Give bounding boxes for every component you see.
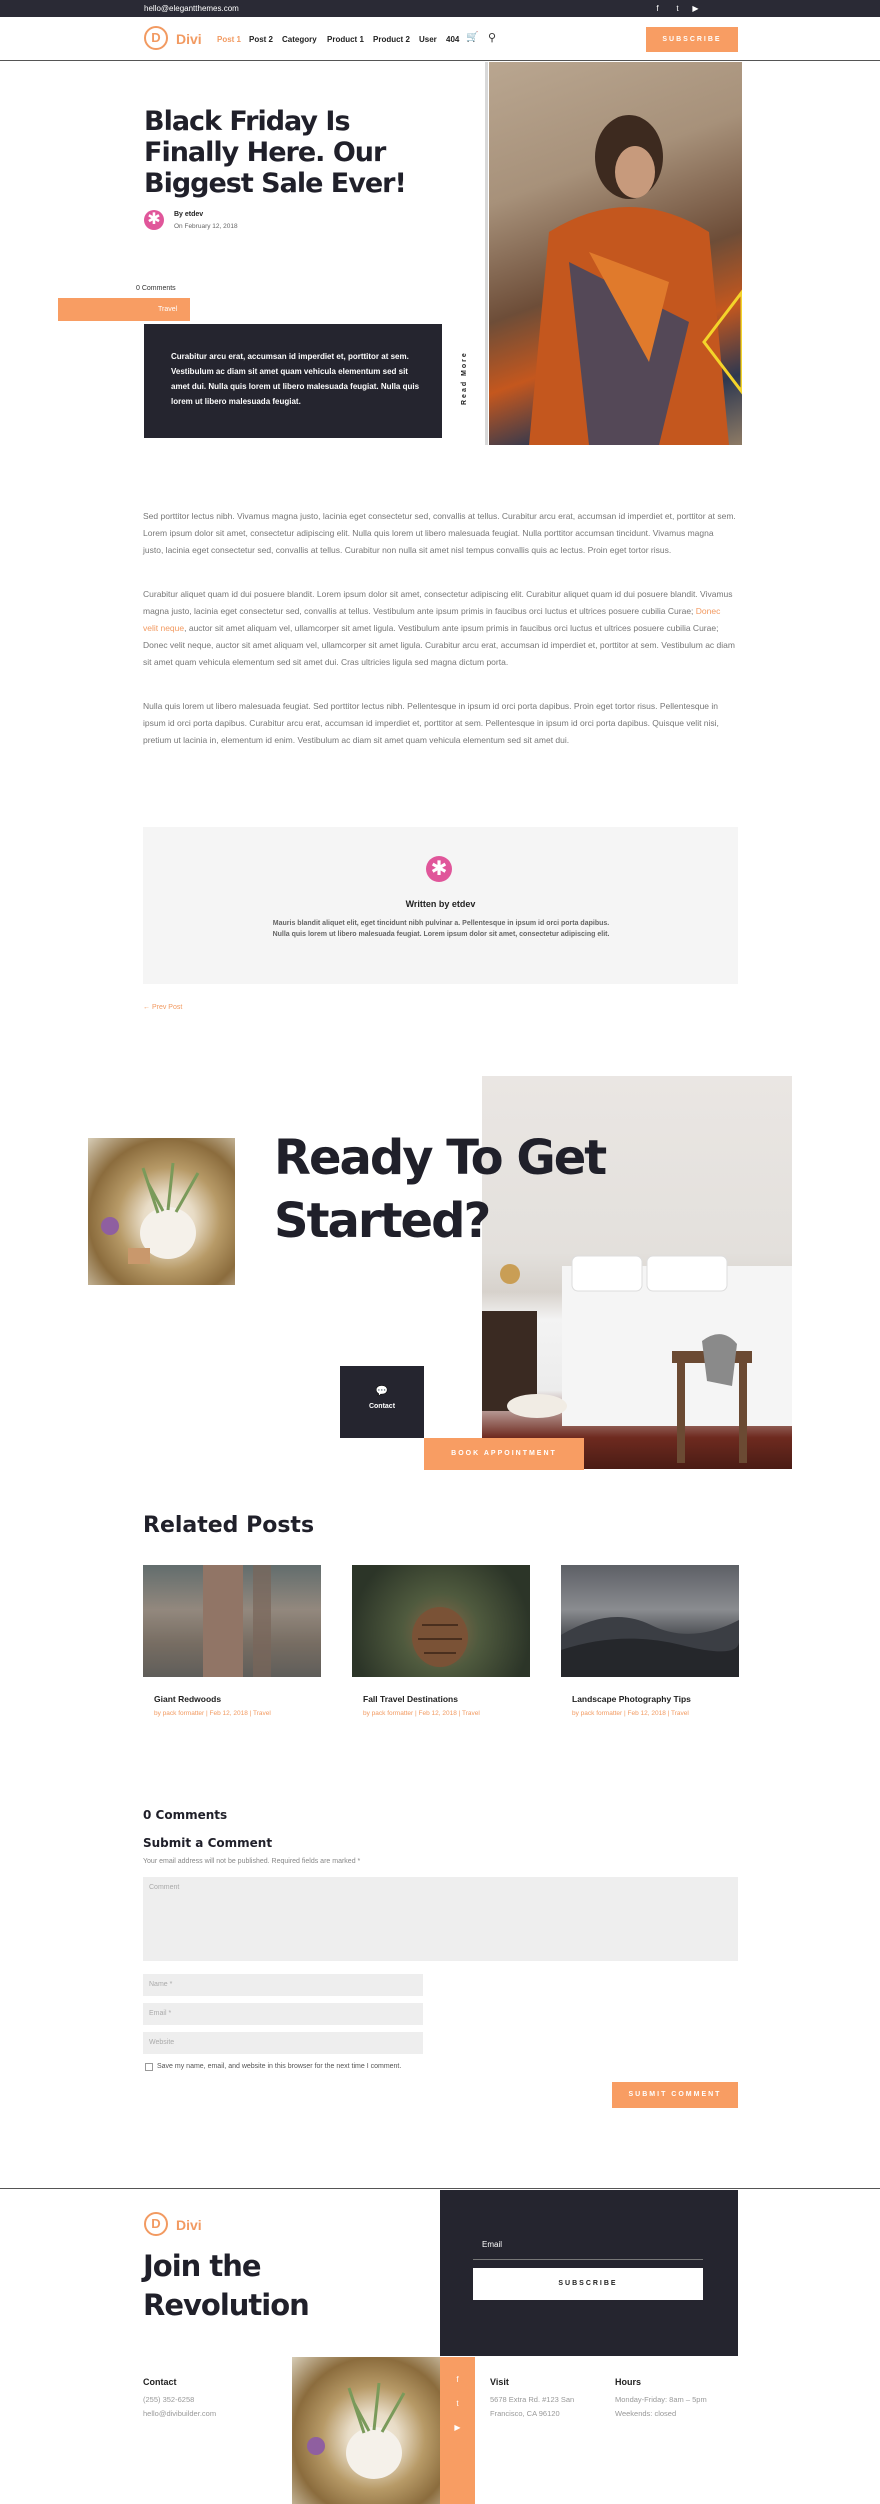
facebook-icon[interactable]: f	[651, 2, 664, 15]
related-post-image-1[interactable]	[143, 1565, 321, 1677]
author-avatar: ✱	[144, 210, 164, 230]
footer-contact-heading: Contact	[143, 2377, 177, 2387]
subscribe-button[interactable]: Subscribe	[646, 27, 738, 52]
main-nav: D Divi	[0, 17, 880, 61]
save-info-label: Save my name, email, and website in this…	[157, 2063, 402, 2070]
newsletter-subscribe-button[interactable]: Subscribe	[473, 2268, 703, 2300]
comments-count[interactable]: 0 Comments	[136, 285, 176, 292]
related-post-image-2[interactable]	[352, 1565, 530, 1677]
newsletter-panel: Email Subscribe	[440, 2190, 738, 2356]
newsletter-email-input-line[interactable]	[473, 2259, 703, 2260]
related-post-title-1[interactable]: Giant Redwoods	[154, 1694, 221, 1704]
body-paragraph-1: Sed porttitor lectus nibh. Vivamus magna…	[143, 511, 736, 555]
body-paragraph-2-end: , auctor sit amet aliquam vel, ullamcorp…	[143, 623, 735, 667]
related-post-image-1-art	[143, 1565, 321, 1677]
nav-item-product-1[interactable]: Product 1	[327, 35, 364, 44]
author-box-avatar: ✱	[426, 856, 452, 882]
footer-mail[interactable]: hello@divibuilder.com	[143, 2407, 216, 2421]
category-badge[interactable]: Travel	[58, 298, 190, 321]
footer-hours: Monday-Friday: 8am – 5pm	[615, 2395, 707, 2404]
post-author[interactable]: By etdev	[174, 211, 203, 218]
nav-item-404[interactable]: 404	[446, 35, 459, 44]
footer-logo-icon[interactable]: D	[144, 2212, 168, 2236]
plant-image-art	[101, 1162, 200, 1264]
hero-excerpt: Curabitur arcu erat, accumsan id imperdi…	[144, 324, 442, 438]
nav-item-post-2[interactable]: Post 2	[249, 35, 273, 44]
cta-title: Ready To Get Started?	[274, 1130, 607, 1249]
footer-social-bar: f t ▶	[440, 2357, 475, 2504]
submit-comment-button[interactable]: Submit Comment	[612, 2082, 738, 2108]
footer-join-title: Join the Revolution	[143, 2249, 310, 2322]
hero-divider	[485, 62, 488, 445]
logo-icon[interactable]: D	[144, 26, 168, 50]
nav-item-product-2[interactable]: Product 2	[373, 35, 410, 44]
name-input[interactable]: Name *	[143, 1974, 423, 1996]
submit-comment-heading: Submit a Comment	[143, 1836, 273, 1850]
logo-text[interactable]: Divi	[176, 31, 202, 47]
comment-note: Your email address will not be published…	[143, 1858, 361, 1865]
hero-image-art	[529, 115, 742, 445]
related-post-image-3[interactable]	[561, 1565, 740, 1677]
page-title: Black Friday Is Finally Here. Our Bigges…	[144, 106, 407, 199]
save-info-checkbox[interactable]	[145, 2063, 153, 2071]
related-post-meta-1[interactable]: by pack formatter | Feb 12, 2018 | Trave…	[154, 1710, 271, 1717]
contact-button[interactable]: 💬 Contact	[340, 1366, 424, 1438]
author-box-bio: Mauris blandit aliquet elit, eget tincid…	[272, 920, 610, 938]
post-date: On February 12, 2018	[174, 223, 238, 230]
comments-heading: 0 Comments	[143, 1808, 228, 1822]
nav-item-post-1[interactable]: Post 1	[217, 35, 241, 44]
related-posts-heading: Related Posts	[143, 1513, 315, 1538]
footer-divider	[0, 2188, 880, 2189]
email-input[interactable]: Email *	[143, 2003, 423, 2025]
top-bar-email[interactable]: hello@elegantthemes.com	[144, 4, 239, 13]
search-icon[interactable]: ⚲	[488, 31, 496, 44]
footer-address: 5678 Extra Rd. #123 San Francisco, CA 96…	[490, 2395, 575, 2418]
website-input[interactable]: Website	[143, 2032, 423, 2054]
related-post-image-2-art	[412, 1607, 468, 1667]
footer-phone[interactable]: (255) 352-6258	[143, 2393, 194, 2407]
plant-image	[88, 1138, 235, 1285]
chat-icon: 💬	[375, 1386, 389, 1397]
body-paragraph-2-start: Curabitur aliquet quam id dui posuere bl…	[143, 589, 733, 616]
related-post-image-3-art	[561, 1617, 740, 1677]
body-paragraph-2: Curabitur aliquet quam id dui posuere bl…	[143, 586, 736, 671]
footer-logo-text[interactable]: Divi	[176, 2217, 202, 2233]
footer-facebook-icon[interactable]: f	[440, 2375, 475, 2384]
body-paragraph-3: Nulla quis lorem ut libero malesuada feu…	[143, 701, 719, 745]
related-post-meta-3[interactable]: by pack formatter | Feb 12, 2018 | Trave…	[572, 1710, 689, 1717]
read-more-link[interactable]: Read More	[461, 351, 468, 405]
footer-twitter-icon[interactable]: t	[440, 2399, 475, 2408]
author-box: ✱ Written by etdev Mauris blandit alique…	[143, 827, 738, 984]
nav-item-category[interactable]: Category	[282, 35, 317, 44]
top-bar: hello@elegantthemes.com f t ▶	[0, 0, 880, 17]
author-box-name: Written by etdev	[405, 899, 476, 909]
footer-plant-image-art	[307, 2382, 406, 2479]
related-post-title-2[interactable]: Fall Travel Destinations	[363, 1694, 458, 1704]
footer-plant-image	[292, 2357, 440, 2504]
hero-image	[489, 62, 742, 445]
footer-weekends: Weekends: closed	[615, 2409, 677, 2418]
book-appointment-button[interactable]: Book Appointment	[424, 1438, 584, 1470]
footer-youtube-icon[interactable]: ▶	[440, 2423, 475, 2432]
related-post-meta-2[interactable]: by pack formatter | Feb 12, 2018 | Trave…	[363, 1710, 480, 1717]
newsletter-email-label: Email	[482, 2240, 503, 2249]
nav-item-user[interactable]: User	[419, 35, 437, 44]
youtube-icon[interactable]: ▶	[689, 2, 702, 15]
contact-label: Contact	[368, 1403, 396, 1410]
comment-textarea[interactable]: Comment	[143, 1877, 738, 1961]
related-post-title-3[interactable]: Landscape Photography Tips	[572, 1694, 691, 1704]
footer-hours-heading: Hours	[615, 2377, 642, 2387]
footer-visit-heading: Visit	[490, 2377, 509, 2387]
twitter-icon[interactable]: t	[671, 2, 684, 15]
prev-post-link[interactable]: ← Prev Post	[143, 1004, 182, 1011]
cart-icon[interactable]: 🛒	[466, 32, 478, 43]
